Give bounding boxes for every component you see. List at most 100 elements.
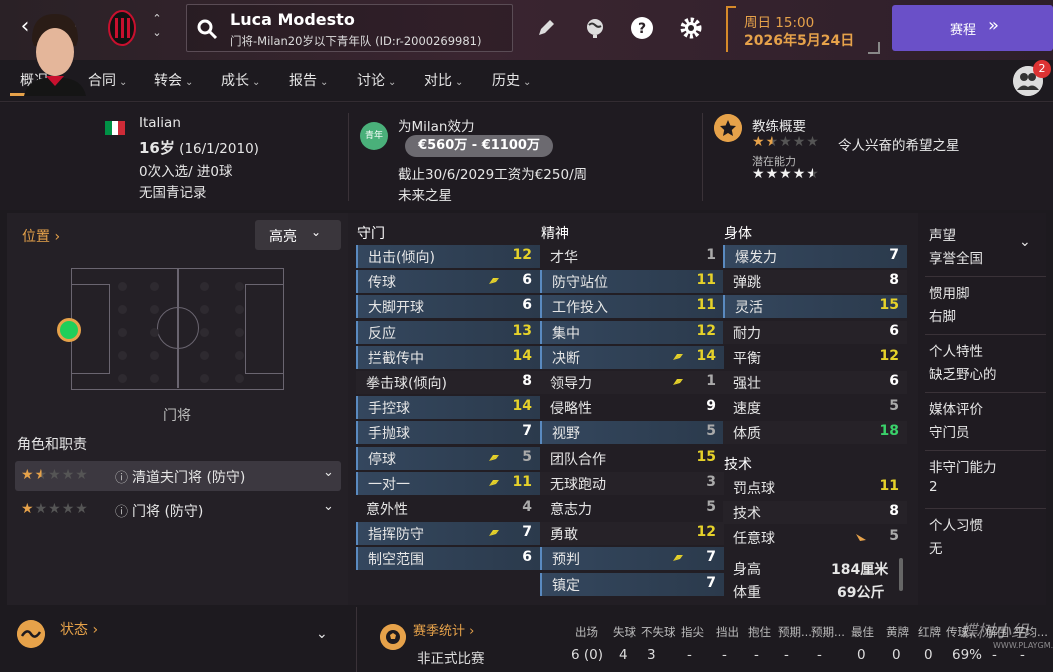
chevron-right-icon: › — [92, 622, 99, 638]
attribute-row[interactable]: 领导力 1 — [540, 371, 724, 394]
value-range[interactable]: €560万 - €1100万 — [405, 135, 553, 157]
attribute-row[interactable]: 决断 14 — [540, 345, 724, 369]
position-name: 门将 — [163, 408, 191, 424]
attribute-value: 6 — [522, 272, 532, 289]
attribute-row[interactable]: 工作投入 11 — [540, 295, 724, 319]
attribute-row[interactable]: 集中 12 — [540, 320, 724, 344]
attribute-row[interactable]: 拳击球(倾向) 8 — [356, 371, 540, 394]
tab-reports[interactable]: 报告 ⌄ — [289, 70, 328, 90]
position-label: 位置 — [22, 229, 50, 245]
attribute-row[interactable]: 意外性 4 — [356, 497, 540, 520]
trend-up-icon — [673, 555, 683, 562]
physical-header: 身体 — [724, 226, 752, 242]
attribute-value: 14 — [512, 398, 532, 415]
attribute-row[interactable]: 无球跑动 3 — [540, 471, 724, 495]
attribute-row[interactable]: 灵活 15 — [723, 295, 907, 319]
tab-development[interactable]: 成长 ⌄ — [221, 70, 260, 90]
stats-column-header[interactable]: 预期... — [778, 624, 812, 640]
season-stats-label: 赛季统计 — [413, 624, 466, 639]
pitch-position-dot — [200, 328, 209, 337]
attribute-row[interactable]: 弹跳 8 — [723, 270, 907, 294]
attribute-row[interactable]: 反应 13 — [356, 320, 540, 344]
attribute-value: 8 — [522, 373, 532, 389]
info-title: 媒体评价 — [929, 402, 983, 418]
attribute-row[interactable]: 手抛球 7 — [356, 421, 540, 445]
globe-icon[interactable] — [583, 16, 607, 40]
stats-column-header[interactable]: 出场 — [575, 624, 598, 640]
attribute-row[interactable]: 传球 6 — [356, 270, 540, 294]
attribute-row[interactable]: 停球 5 — [356, 446, 540, 470]
attribute-row[interactable]: 视野 5 — [540, 421, 724, 445]
coach-report-title: 教练概要 — [752, 119, 806, 135]
international-caps: 0次入选/ 进0球 — [139, 164, 233, 180]
attribute-row[interactable]: 防守站位 11 — [540, 270, 724, 294]
attribute-row[interactable]: 预判 7 — [540, 547, 724, 571]
attribute-row[interactable]: 指挥防守 7 — [356, 522, 540, 546]
tab-contract[interactable]: 合同 ⌄ — [88, 70, 127, 90]
chevron-down-icon[interactable]: ⌄ — [1019, 234, 1031, 250]
gear-icon[interactable] — [679, 16, 703, 40]
info-icon: ⓘ — [115, 471, 129, 486]
attribute-row[interactable]: 强壮 6 — [723, 371, 907, 394]
edit-icon[interactable] — [534, 16, 558, 40]
stats-column-header[interactable]: 失球 — [613, 624, 636, 640]
attribute-row[interactable]: 耐力 6 — [723, 320, 907, 344]
attribute-row[interactable]: 任意球 5 — [723, 526, 907, 549]
attribute-row[interactable]: 罚点球 11 — [723, 476, 907, 499]
stats-column-header[interactable]: 预期... — [811, 624, 845, 640]
tab-compare[interactable]: 对比 ⌄ — [424, 70, 463, 90]
attribute-row[interactable]: 大脚开球 6 — [356, 295, 540, 319]
attribute-row[interactable]: 拦截传中 14 — [356, 345, 540, 369]
attribute-row[interactable]: 出击(倾向) 12 — [356, 245, 540, 268]
scrollbar[interactable] — [899, 558, 903, 591]
attribute-row[interactable]: 团队合作 15 — [540, 447, 724, 470]
stats-column-header[interactable]: 红牌 — [918, 624, 941, 640]
club-badge-icon[interactable] — [108, 9, 136, 47]
info-value: 无 — [929, 541, 943, 557]
chevron-down-icon: ⌄ — [523, 77, 532, 88]
highlight-dropdown[interactable]: 高亮 ⌄ — [255, 220, 341, 250]
attribute-row[interactable]: 平衡 12 — [723, 346, 907, 369]
tab-history[interactable]: 历史 ⌄ — [492, 70, 531, 90]
tab-label: 对比 — [424, 73, 452, 89]
role-row[interactable]: ★★★★★ ⓘ 门将 (防守) ⌄ — [15, 495, 341, 525]
attribute-row[interactable]: 才华 1 — [540, 245, 724, 268]
mental-attributes: 才华 1 防守站位 11 工作投入 11 集中 12 决断 14 领导力 1 侵略性 9 视野 5 团队合作 15… — [540, 245, 724, 600]
continue-button[interactable]: 赛程 » — [892, 5, 1053, 51]
stats-cell: - — [784, 647, 789, 663]
goalkeeper-position-marker — [57, 318, 81, 342]
divider — [356, 607, 357, 672]
attribute-row[interactable]: 一对一 11 — [356, 471, 540, 495]
player-search-box[interactable]: Luca Modesto 门将-Milan20岁以下青年队 (ID:r-2000… — [186, 4, 513, 52]
chevron-down-icon[interactable]: ⌄ — [316, 626, 328, 642]
season-stats-link[interactable]: 赛季统计 › — [413, 620, 474, 639]
stats-column-header[interactable]: 挡出 — [716, 624, 739, 640]
attribute-row[interactable]: 速度 5 — [723, 396, 907, 419]
position-link[interactable]: 位置 › — [22, 226, 60, 246]
stats-column-header[interactable]: 抱住 — [748, 624, 771, 640]
attribute-row[interactable]: 手控球 14 — [356, 396, 540, 420]
pitch-position-dot — [200, 305, 209, 314]
prev-next-player-icon[interactable]: ⌃ ⌄ — [150, 12, 164, 40]
attribute-row[interactable]: 意志力 5 — [540, 497, 724, 520]
help-icon[interactable]: ? — [630, 16, 654, 40]
attribute-row[interactable]: 技术 8 — [723, 501, 907, 525]
pitch-position-dot — [150, 328, 159, 337]
potential-ability-stars: ★★★★★ — [752, 166, 820, 182]
attribute-row[interactable]: 侵略性 9 — [540, 396, 724, 419]
info-title[interactable]: 个人习惯 — [929, 514, 983, 534]
attribute-row[interactable]: 镇定 7 — [540, 572, 724, 596]
attribute-row[interactable]: 体质 18 — [723, 421, 907, 445]
attribute-row[interactable]: 勇敢 12 — [540, 522, 724, 546]
tab-discuss[interactable]: 讨论 ⌄ — [357, 70, 396, 90]
tab-transfer[interactable]: 转会 ⌄ — [154, 70, 193, 90]
attribute-row[interactable]: 制空范围 6 — [356, 547, 540, 571]
role-row[interactable]: ★★★★★ ⓘ 清道夫门将 (防守) ⌄ — [15, 461, 341, 491]
stats-column-header[interactable]: 最佳 — [851, 624, 874, 640]
stats-column-header[interactable]: 不失球 — [641, 624, 676, 640]
stats-column-header[interactable]: 黄牌 — [886, 624, 909, 640]
attribute-row[interactable]: 爆发力 7 — [723, 245, 907, 268]
attribute-label: 强壮 — [733, 376, 761, 392]
form-link[interactable]: 状态 › — [60, 619, 98, 639]
stats-column-header[interactable]: 指尖 — [681, 624, 704, 640]
